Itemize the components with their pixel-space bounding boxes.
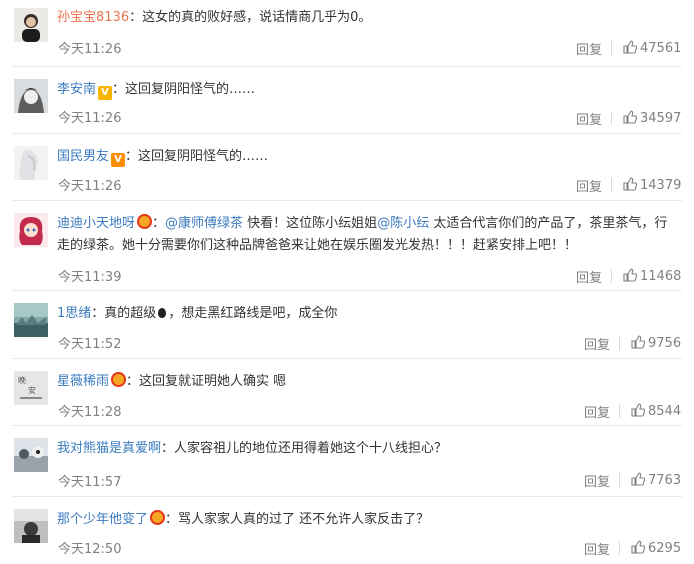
timestamp: 今天11:26 <box>58 111 122 126</box>
avatar[interactable] <box>14 146 48 180</box>
reply-button[interactable]: 回复 <box>584 471 610 490</box>
like-count: 11468 <box>640 269 682 284</box>
verified-badge-icon: V <box>98 86 113 100</box>
username-link[interactable]: 国民男友 <box>57 149 109 164</box>
comment-text: 国民男友 V ：这回复阴阳怪气的…… <box>57 149 269 167</box>
reply-button[interactable]: 回复 <box>576 176 602 195</box>
comment-text: 星薇稀雨 ：这回复就证明她人确实 嗯 <box>57 372 287 389</box>
like-button[interactable]: 7763 <box>631 472 681 488</box>
like-count: 8544 <box>648 404 682 419</box>
comment-item: 李安南 V ：这回复阴阳怪气的…… 今天11:26 回复 34597 <box>0 67 694 134</box>
thumbs-up-icon <box>623 177 638 191</box>
mention-link[interactable]: @陈小纭 <box>377 216 429 231</box>
divider <box>611 178 612 192</box>
like-count: 9756 <box>648 336 682 351</box>
like-count: 34597 <box>640 111 682 126</box>
thumbs-up-icon <box>623 110 638 124</box>
like-count: 14379 <box>640 178 682 193</box>
avatar[interactable] <box>14 79 48 113</box>
divider <box>619 404 620 418</box>
timestamp: 今天11:39 <box>58 270 122 285</box>
like-button[interactable]: 47561 <box>623 40 681 56</box>
comment-item: 国民男友 V ：这回复阴阳怪气的…… 今天11:26 回复 14379 <box>0 134 694 201</box>
member-badge-icon <box>137 214 153 229</box>
divider <box>619 336 620 350</box>
comment-text: 迪迪小天地呀 ：@康师傅绿茶 快看！这位陈小纭姐姐@陈小纭 太适合代言你们的产品了… <box>57 214 668 253</box>
username-link[interactable]: 迪迪小天地呀 <box>57 216 135 231</box>
like-button[interactable]: 9756 <box>631 335 681 351</box>
thumbs-up-icon <box>623 40 638 54</box>
comment-item: 迪迪小天地呀 ：@康师傅绿茶 快看！这位陈小纭姐姐@陈小纭 太适合代言你们的产品了… <box>0 201 694 291</box>
svg-text:晚: 晚 <box>18 375 26 385</box>
like-button[interactable]: 11468 <box>623 268 681 284</box>
like-count: 6295 <box>648 541 682 556</box>
comment-text: 孙宝宝8136：这女的真的败好感，说话情商几乎为0。 <box>57 10 372 25</box>
like-count: 7763 <box>648 473 682 488</box>
reply-button[interactable]: 回复 <box>584 334 610 353</box>
timestamp: 今天11:26 <box>58 179 122 194</box>
avatar[interactable] <box>14 213 48 247</box>
reply-button[interactable]: 回复 <box>576 109 602 128</box>
thumbs-up-icon <box>631 403 646 417</box>
avatar[interactable]: 晚安 <box>14 371 48 405</box>
member-badge-icon <box>150 510 166 525</box>
reply-button[interactable]: 回复 <box>584 402 610 421</box>
username-link[interactable]: 我对熊猫是真爱啊 <box>57 441 161 456</box>
comment-list: 孙宝宝8136：这女的真的败好感，说话情商几乎为0。 今天11:26 回复 47… <box>0 0 694 564</box>
avatar[interactable] <box>14 303 48 337</box>
comment-item: 我对熊猫是真爱啊：人家容祖儿的地位还用得着她这个十八线担心？ 今天11:57 回… <box>0 426 694 497</box>
divider <box>611 111 612 125</box>
black-teapot-emoji-icon <box>158 308 167 318</box>
avatar[interactable] <box>14 8 48 42</box>
username-link[interactable]: 星薇稀雨 <box>57 374 109 389</box>
username-link[interactable]: 那个少年他变了 <box>57 512 148 527</box>
comment-text: 李安南 V ：这回复阴阳怪气的…… <box>57 82 256 100</box>
comment-text: 1思绪：真的超级 ，想走黑红路线是吧，成全你 <box>57 306 338 321</box>
divider <box>611 41 612 55</box>
avatar[interactable] <box>14 509 48 543</box>
svg-text:安: 安 <box>28 385 36 395</box>
like-count: 47561 <box>640 41 682 56</box>
username-link[interactable]: 1思绪 <box>57 306 91 321</box>
thumbs-up-icon <box>631 335 646 349</box>
divider <box>619 473 620 487</box>
reply-button[interactable]: 回复 <box>576 39 602 58</box>
username-link[interactable]: 李安南 <box>57 82 96 97</box>
comment-item: 那个少年他变了 ：骂人家家人真的过了 还不允许人家反击了？ 今天12:50 回复 … <box>0 497 694 564</box>
divider <box>611 269 612 283</box>
reply-button[interactable]: 回复 <box>576 267 602 286</box>
like-button[interactable]: 14379 <box>623 177 681 193</box>
timestamp: 今天11:57 <box>58 475 122 490</box>
mention-link[interactable]: @康师傅绿茶 <box>165 216 243 231</box>
thumbs-up-icon <box>631 472 646 486</box>
comment-text: 那个少年他变了 ：骂人家家人真的过了 还不允许人家反击了？ <box>57 510 430 527</box>
reply-button[interactable]: 回复 <box>584 539 610 558</box>
comment-item: 晚安 星薇稀雨 ：这回复就证明她人确实 嗯 今天11:28 回复 8544 <box>0 359 694 426</box>
comment-item: 孙宝宝8136：这女的真的败好感，说话情商几乎为0。 今天11:26 回复 47… <box>0 0 694 67</box>
like-button[interactable]: 34597 <box>623 110 681 126</box>
timestamp: 今天11:26 <box>58 42 122 57</box>
like-button[interactable]: 6295 <box>631 540 681 556</box>
timestamp: 今天11:28 <box>58 405 122 420</box>
timestamp: 今天11:52 <box>58 337 122 352</box>
member-badge-icon <box>111 372 127 387</box>
thumbs-up-icon <box>623 268 638 282</box>
divider <box>619 541 620 555</box>
like-button[interactable]: 8544 <box>631 403 681 419</box>
verified-badge-icon: V <box>111 153 126 167</box>
thumbs-up-icon <box>631 540 646 554</box>
comment-text: 我对熊猫是真爱啊：人家容祖儿的地位还用得着她这个十八线担心？ <box>57 441 448 456</box>
timestamp: 今天12:50 <box>58 542 122 557</box>
avatar[interactable] <box>14 438 48 472</box>
comment-item: 1思绪：真的超级 ，想走黑红路线是吧，成全你 今天11:52 回复 9756 <box>0 291 694 359</box>
username-link[interactable]: 孙宝宝8136 <box>57 10 129 25</box>
